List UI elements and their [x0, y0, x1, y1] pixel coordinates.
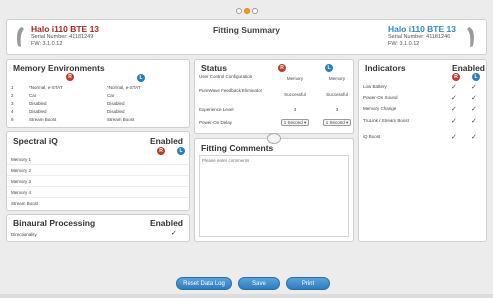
- left-ear-badge: L: [472, 73, 480, 81]
- left-fw: FW: 3.1.0.12: [387, 41, 420, 47]
- memory-row: 2 Car Car: [11, 93, 115, 98]
- spectral-iq-title: Spectral iQ: [13, 136, 58, 146]
- directionality-check: ✓: [171, 230, 177, 237]
- hearing-aid-left-icon: [467, 27, 474, 47]
- memory-row: 3 Disabled Disabled: [11, 101, 125, 106]
- status-panel: Status R L User Control Configuration Me…: [194, 59, 354, 134]
- left-device-info: Halo i110 BTE 13 Serial Number: 41181246…: [388, 24, 456, 48]
- save-button[interactable]: Save: [238, 277, 280, 290]
- right-serial: Serial Number: 41181249: [31, 34, 94, 40]
- memory-row: 9 Stream Boost Stream Boost: [11, 117, 135, 122]
- comments-input[interactable]: [200, 156, 348, 236]
- left-ear-badge: L: [137, 74, 145, 82]
- page-dot[interactable]: [235, 8, 242, 14]
- page-indicator: [235, 8, 258, 14]
- right-fw: FW: 3.1.0.12: [31, 41, 63, 47]
- spectral-iq-panel: Spectral iQ Enabled R L Memory 1 Memory …: [6, 131, 190, 211]
- fitting-comments-panel: Fitting Comments: [194, 133, 354, 242]
- binaural-title: Binaural Processing: [13, 218, 96, 228]
- power-on-delay-right-select[interactable]: 1 Second ▾: [280, 119, 310, 126]
- indicator-row: Memory Change ✓ ✓: [363, 106, 477, 113]
- indicator-row: TruLink / Stream Boost ✓ ✓: [363, 118, 477, 125]
- memory-environments-panel: Memory Environments R L 1 *Normal, e-STAT…: [6, 59, 190, 128]
- hearing-aid-right-icon: [17, 27, 24, 47]
- power-on-delay-left-select[interactable]: 1 Second ▾: [322, 119, 352, 126]
- device-header: Halo i110 BTE 13 Serial Number: 41181249…: [6, 19, 487, 55]
- print-button[interactable]: Print: [286, 277, 330, 290]
- right-ear-badge: R: [66, 73, 74, 81]
- right-device-name: Halo i110 BTE 13: [31, 24, 100, 34]
- left-ear-badge: L: [177, 147, 185, 155]
- binaural-enabled-label: Enabled: [149, 218, 183, 228]
- status-title: Status: [201, 63, 227, 73]
- indicators-panel: Indicators Enabled R L Low Battery ✓ ✓ P…: [358, 59, 487, 242]
- binaural-processing-panel: Binaural Processing Enabled Directionali…: [6, 214, 190, 242]
- page-dot-active[interactable]: [243, 8, 250, 14]
- spectral-enabled-label: Enabled: [149, 136, 183, 146]
- right-ear-badge: R: [157, 147, 165, 155]
- left-serial: Serial Number: 41181246: [387, 34, 451, 40]
- right-ear-badge: R: [452, 73, 460, 81]
- right-ear-badge: R: [278, 64, 286, 72]
- status-row: PureWave Feedback Eliminator Successful …: [199, 88, 348, 97]
- indicators-title: Indicators: [365, 63, 406, 73]
- spectral-item: Memory 3: [11, 179, 32, 184]
- spectral-item: Stream Boost: [11, 201, 39, 206]
- footer-strip: [0, 294, 493, 298]
- comments-box: [199, 155, 349, 237]
- status-row: Experience Level 3 3: [199, 107, 339, 112]
- directionality-label: Directionality: [11, 232, 37, 237]
- status-row: Power-On Delay 1 Second ▾ 1 Second ▾: [199, 119, 352, 128]
- spectral-item: Memory 4: [11, 190, 32, 195]
- reset-data-log-button[interactable]: Reset Data Log: [176, 277, 232, 290]
- indicator-row: iQ Boost ✓ ✓: [363, 134, 477, 141]
- page-title: Fitting Summary: [212, 25, 281, 35]
- page-dot[interactable]: [251, 8, 258, 14]
- right-device-info: Halo i110 BTE 13 Serial Number: 41181249…: [31, 24, 99, 48]
- spectral-item: Memory 2: [11, 168, 32, 173]
- status-row: User Control Configuration Memory Memory: [199, 74, 346, 81]
- memory-row: 4 Disabled Disabled: [11, 109, 125, 114]
- memory-environments-title: Memory Environments: [13, 63, 105, 73]
- fitting-comments-title: Fitting Comments: [201, 143, 274, 153]
- left-device-name: Halo i110 BTE 13: [387, 24, 456, 34]
- indicators-enabled-label: Enabled: [451, 63, 485, 73]
- memory-row: 1 *Normal, e-STAT *Normal, e-STAT: [11, 85, 141, 90]
- spectral-item: Memory 1: [11, 157, 32, 162]
- left-ear-badge: L: [325, 64, 333, 72]
